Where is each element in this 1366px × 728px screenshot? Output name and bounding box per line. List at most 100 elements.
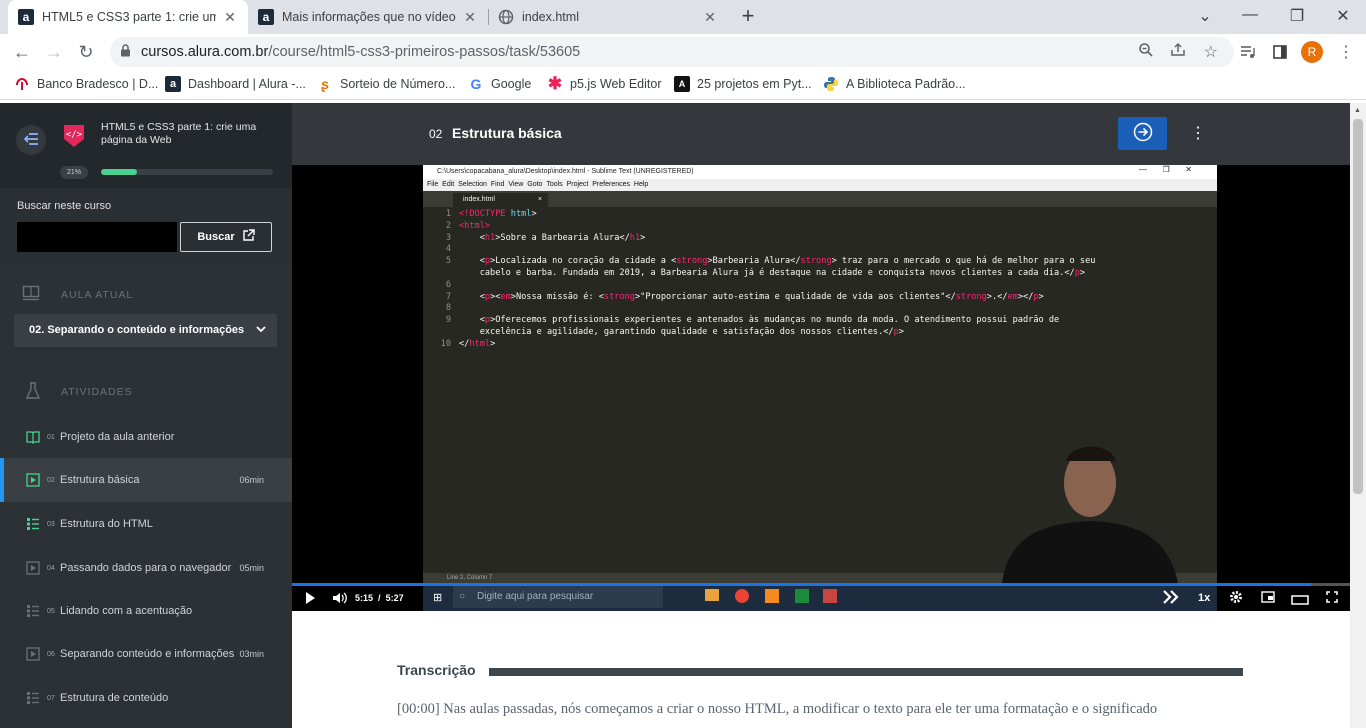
scrollbar-thumb[interactable] [1353, 119, 1363, 494]
close-tab-icon[interactable]: ✕ [702, 9, 718, 26]
page-scrollbar[interactable]: ▲ [1350, 103, 1366, 728]
bookmark-google[interactable]: G Google [468, 76, 532, 92]
maximize-icon[interactable]: ❐ [1285, 6, 1309, 26]
activity-number: 01 [47, 433, 55, 441]
activity-number: 06 [47, 650, 55, 658]
collapse-sidebar-button[interactable] [16, 125, 46, 155]
activity-duration: 03min [239, 649, 264, 659]
picture-in-picture-icon[interactable] [1261, 591, 1275, 606]
close-window-icon[interactable]: ✕ [1331, 6, 1355, 26]
activity-item[interactable]: 07 Estrutura de conteúdo [0, 676, 292, 720]
browser-tab-3[interactable]: index.html ✕ [488, 0, 728, 34]
new-tab-button[interactable]: + [736, 5, 760, 29]
projetos-icon: A [674, 76, 690, 92]
video-progress-fill [292, 583, 1311, 586]
bookmark-star-icon[interactable]: ☆ [1204, 42, 1218, 62]
activity-item[interactable]: 06 Separando conteúdo e informações 03mi… [0, 632, 292, 676]
video-play-icon [26, 647, 40, 661]
bookmark-25-projetos[interactable]: A 25 projetos em Pyt... [674, 76, 812, 92]
alura-icon: a [18, 9, 34, 25]
video-play-icon [26, 473, 40, 487]
current-time: 5:15 [355, 593, 374, 603]
side-panel-icon[interactable] [1268, 40, 1292, 64]
list-icon [26, 604, 40, 618]
sublime-menubar: File Edit Selection Find View Goto Tools… [423, 179, 1217, 191]
bookmark-sorteio[interactable]: ʂ Sorteio de Número... [317, 76, 455, 92]
activity-item[interactable]: 01 Projeto da aula anterior [0, 415, 292, 459]
activity-label: Separando conteúdo e informações [60, 648, 235, 660]
bradesco-icon [14, 76, 30, 92]
address-bar[interactable]: cursos.alura.com.br/course/html5-css3-pr… [110, 37, 1234, 67]
course-progress-fill [101, 169, 138, 175]
tab-search-icon[interactable]: ⌄ [1193, 6, 1217, 26]
python-icon [823, 76, 839, 92]
volume-icon[interactable] [332, 591, 348, 608]
options-kebab-icon[interactable]: ⋮ [1190, 123, 1206, 143]
browser-tab-1[interactable]: a HTML5 e CSS3 parte 1: crie uma p ✕ [8, 0, 248, 34]
skip-forward-icon[interactable] [1162, 590, 1180, 607]
transcript-divider [489, 668, 1243, 676]
sublime-title: C:\Users\copacabana_alura\Desktop\index.… [423, 165, 1217, 179]
activity-item[interactable]: 05 Lidando com a acentuação [0, 589, 292, 633]
activity-item-active[interactable]: 02 Estrutura básica 06min [0, 458, 292, 502]
activity-label: Passando dados para o navegador [60, 562, 232, 574]
bookmark-biblioteca[interactable]: A Biblioteca Padrão... [823, 76, 966, 92]
forward-icon[interactable]: → [42, 40, 66, 64]
menu-kebab-icon[interactable]: ⋮ [1334, 40, 1358, 64]
sublime-tab: index.html × [453, 193, 548, 207]
activity-label: Estrutura do HTML [60, 518, 153, 530]
course-sidebar: </> HTML5 e CSS3 parte 1: crie uma págin… [0, 103, 292, 728]
media-control-icon[interactable] [1236, 40, 1260, 64]
browser-tab-2[interactable]: a Mais informações que no vídeo? ✕ [248, 0, 488, 34]
activity-item[interactable]: 03 Estrutura do HTML [0, 502, 292, 546]
p5js-asterisk-icon: ✱ [547, 74, 563, 93]
bookmark-label: Dashboard | Alura -... [188, 77, 306, 91]
svg-text:</>: </> [66, 130, 83, 140]
activity-item[interactable]: 04 Passando dados para o navegador 05min [0, 546, 292, 590]
reload-icon[interactable]: ↻ [74, 40, 98, 64]
taskbar-search: ○ Digite aqui para pesquisar [453, 586, 663, 608]
lock-icon [120, 44, 131, 60]
close-tab-icon[interactable]: ✕ [462, 9, 478, 26]
video-progress-track[interactable] [292, 583, 1350, 586]
browser-tab-bar: a HTML5 e CSS3 parte 1: crie uma p ✕ a M… [0, 0, 1366, 34]
play-icon[interactable] [304, 591, 316, 608]
playback-speed[interactable]: 1x [1198, 592, 1210, 604]
course-title: HTML5 e CSS3 parte 1: crie uma página da… [101, 121, 257, 146]
profile-avatar[interactable]: R [1301, 41, 1323, 63]
bookmark-bradesco[interactable]: Banco Bradesco | D... [14, 76, 158, 92]
bookmark-label: Banco Bradesco | D... [37, 77, 159, 91]
tab-title: index.html [522, 10, 579, 24]
bookmark-label: 25 projetos em Pyt... [697, 77, 812, 91]
activity-number: 07 [47, 694, 55, 702]
lesson-header: 02 Estrutura básica ⋮ [292, 103, 1350, 165]
activities-heading: ATIVIDADES [61, 386, 133, 398]
settings-gear-icon[interactable] [1229, 590, 1243, 607]
chevron-down-icon [256, 322, 266, 339]
next-lesson-button[interactable] [1118, 117, 1167, 150]
windows-start-icon: ⊞ [433, 592, 443, 604]
bookmark-p5js[interactable]: ✱ p5.js Web Editor [547, 74, 662, 93]
minimize-icon[interactable]: — [1238, 6, 1262, 26]
current-lesson-heading: AULA ATUAL [61, 289, 134, 301]
search-course-button[interactable]: Buscar [180, 222, 272, 252]
back-icon[interactable]: ← [10, 40, 34, 64]
bookmark-alura-dashboard[interactable]: a Dashboard | Alura -... [165, 76, 306, 92]
video-player[interactable]: C:\Users\copacabana_alura\Desktop\index.… [292, 165, 1350, 611]
search-course-input[interactable] [17, 222, 177, 252]
close-tab-icon[interactable]: ✕ [222, 9, 238, 26]
share-icon[interactable] [1170, 42, 1186, 62]
open-book-icon [26, 430, 40, 444]
sublime-icon [765, 589, 779, 603]
sublime-window-controls: — ❐ ✕ [1139, 165, 1192, 174]
tab-title: HTML5 e CSS3 parte 1: crie uma p [42, 10, 216, 24]
google-icon: G [470, 76, 482, 92]
search-course-label: Buscar neste curso [17, 200, 112, 212]
current-lesson-dropdown[interactable]: 02. Separando o conteúdo e informações [14, 314, 277, 347]
progress-label: 21% [60, 166, 88, 179]
fullscreen-icon[interactable] [1326, 591, 1338, 606]
zoom-icon[interactable] [1138, 42, 1154, 62]
theater-mode-icon[interactable] [1291, 593, 1309, 608]
course-badge-icon: </> [60, 121, 88, 149]
scroll-up-icon[interactable]: ▲ [1354, 107, 1361, 114]
